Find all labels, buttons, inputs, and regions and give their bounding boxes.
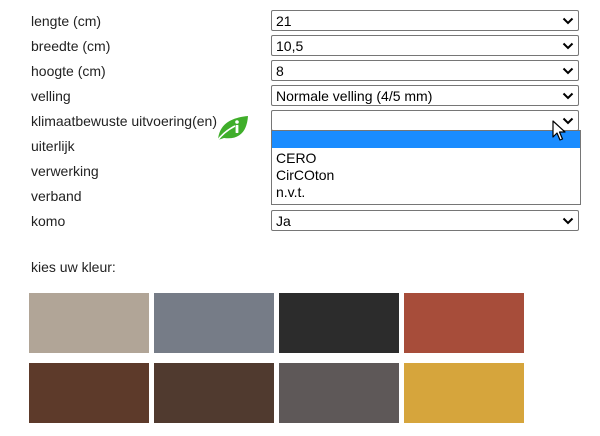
form-row-lengte: lengte (cm) 21 bbox=[0, 9, 600, 34]
field-label: hoogte (cm) bbox=[31, 63, 106, 79]
select-value: Ja bbox=[276, 213, 291, 229]
velling-select[interactable]: Normale velling (4/5 mm) bbox=[271, 85, 579, 106]
field-label: lengte (cm) bbox=[31, 13, 102, 29]
form-row-breedte: breedte (cm) 10,5 bbox=[0, 34, 600, 59]
hoogte-select[interactable]: 8 bbox=[271, 60, 579, 81]
klimaat-select[interactable] bbox=[271, 110, 579, 131]
color-swatch-yellow[interactable] bbox=[404, 363, 524, 423]
select-value: 21 bbox=[276, 13, 292, 29]
klimaat-dropdown-list: CERO CirCOton n.v.t. bbox=[271, 130, 581, 205]
leaf-info-icon[interactable] bbox=[215, 113, 251, 143]
select-value: 10,5 bbox=[276, 38, 304, 54]
komo-select[interactable]: Ja bbox=[271, 210, 579, 231]
field-label: verband bbox=[31, 188, 82, 204]
chevron-down-icon bbox=[562, 92, 574, 100]
dropdown-option-circoton[interactable]: CirCOton bbox=[272, 167, 580, 184]
field-label: komo bbox=[31, 213, 66, 229]
field-label: klimaatbewuste uitvoering(en) bbox=[31, 113, 217, 129]
select-value: 8 bbox=[276, 63, 284, 79]
select-value: Normale velling (4/5 mm) bbox=[276, 88, 433, 104]
field-label: breedte (cm) bbox=[31, 38, 111, 54]
chevron-down-icon bbox=[562, 17, 574, 25]
mouse-pointer-icon bbox=[552, 120, 566, 141]
field-label: velling bbox=[31, 88, 71, 104]
color-swatch-grey[interactable] bbox=[154, 293, 274, 353]
color-swatch-brown[interactable] bbox=[29, 363, 149, 423]
chevron-down-icon bbox=[562, 67, 574, 75]
dropdown-option-cero[interactable]: CERO bbox=[272, 150, 580, 167]
color-section-label: kies uw kleur: bbox=[31, 259, 116, 275]
breedte-select[interactable]: 10,5 bbox=[271, 35, 579, 56]
field-label: verwerking bbox=[31, 163, 99, 179]
dropdown-option-empty[interactable] bbox=[272, 131, 580, 148]
lengte-select[interactable]: 21 bbox=[271, 10, 579, 31]
dropdown-option-nvt[interactable]: n.v.t. bbox=[272, 184, 580, 201]
form-row-velling: velling Normale velling (4/5 mm) bbox=[0, 84, 600, 109]
form-row-komo: komo Ja bbox=[0, 209, 600, 234]
color-swatch-dark-grey[interactable] bbox=[279, 363, 399, 423]
chevron-down-icon bbox=[562, 217, 574, 225]
form-row-hoogte: hoogte (cm) 8 bbox=[0, 59, 600, 84]
color-swatch-beige[interactable] bbox=[29, 293, 149, 353]
color-swatch-dark-brown[interactable] bbox=[154, 363, 274, 423]
color-swatch-black[interactable] bbox=[279, 293, 399, 353]
chevron-down-icon bbox=[562, 42, 574, 50]
field-label: uiterlijk bbox=[31, 138, 75, 154]
color-swatch-red[interactable] bbox=[404, 293, 524, 353]
